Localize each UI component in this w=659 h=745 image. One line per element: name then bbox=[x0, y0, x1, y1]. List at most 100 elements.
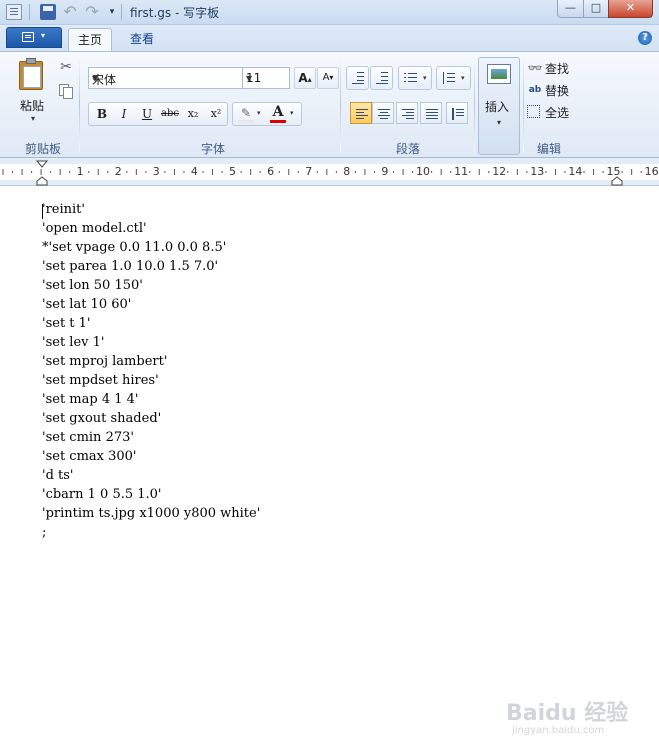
ruler-number: 6 bbox=[267, 165, 275, 178]
subscript-button[interactable]: x₂ bbox=[182, 104, 204, 124]
qat-separator bbox=[29, 4, 30, 20]
highlight-icon[interactable]: ✎ bbox=[237, 106, 255, 120]
ribbon-tab-bar: ▾ 主页 查看 ? bbox=[0, 25, 659, 51]
clipboard-group-label: 剪贴板 bbox=[25, 142, 62, 156]
font-color-swatch bbox=[270, 120, 286, 123]
chevron-down-icon[interactable]: ▾ bbox=[257, 109, 261, 117]
document-line: ; bbox=[42, 525, 47, 540]
strikethrough-button[interactable]: abc bbox=[159, 104, 181, 124]
paste-icon[interactable] bbox=[17, 58, 49, 92]
undo-icon[interactable]: ↶ bbox=[62, 4, 78, 20]
document-line: 'set mproj lambert' bbox=[42, 354, 168, 369]
ruler-number: 15 bbox=[606, 165, 621, 178]
ruler-number: 3 bbox=[152, 165, 160, 178]
paste-button[interactable]: 粘贴 bbox=[20, 97, 44, 114]
grow-font-icon: A bbox=[298, 71, 308, 85]
font-color-icon[interactable]: A bbox=[269, 104, 287, 120]
bullet-list-icon bbox=[404, 72, 417, 84]
watermark-sub: jingyan.baidu.com bbox=[512, 725, 605, 736]
first-line-indent-marker bbox=[35, 160, 49, 168]
italic-button[interactable]: I bbox=[113, 104, 135, 124]
decrease-indent-icon bbox=[352, 72, 364, 84]
document-line: 'd ts' bbox=[42, 468, 74, 483]
chevron-down-icon[interactable]: ▾ bbox=[246, 71, 286, 85]
document-line: 'cbarn 1 0 5.5 1.0' bbox=[42, 487, 162, 502]
chevron-down-icon: ▾ bbox=[41, 31, 46, 40]
maximize-button[interactable]: □ bbox=[583, 0, 609, 18]
font-size-select[interactable]: 11 ▾ bbox=[243, 67, 290, 89]
list-button[interactable]: ▾ bbox=[398, 66, 432, 90]
ribbon-home-panel: 粘贴 ▾ ✂ 剪贴板 宋体 ▾ 11 ▾ A▴ A▾ B I U abc x₂ … bbox=[0, 51, 659, 158]
document-line: 'set map 4 1 4' bbox=[42, 392, 139, 407]
align-left-button[interactable] bbox=[350, 102, 372, 124]
picture-icon bbox=[487, 64, 511, 84]
document-line: 'open model.ctl' bbox=[42, 221, 147, 236]
customize-qat-icon[interactable]: ▾ bbox=[104, 4, 120, 20]
ruler[interactable]: 1 2 3 4 5 6 7 8 9 10 11 12 13 14 15 16 bbox=[0, 158, 659, 186]
ruler-number: 16 bbox=[644, 165, 659, 178]
superscript-button[interactable]: x² bbox=[205, 104, 227, 124]
application-menu-button[interactable]: ▾ bbox=[6, 27, 62, 48]
minimize-button[interactable]: — bbox=[557, 0, 584, 18]
clipboard-paper bbox=[23, 66, 41, 88]
bold-button[interactable]: B bbox=[91, 104, 113, 124]
binoculars-icon: 👓 bbox=[527, 61, 543, 75]
ruler-number: 14 bbox=[568, 165, 583, 178]
ruler-number: 13 bbox=[530, 165, 545, 178]
clipboard-clip bbox=[26, 58, 36, 64]
document-line: 'set gxout shaded' bbox=[42, 411, 162, 426]
line-spacing-button[interactable]: ▾ bbox=[436, 66, 471, 90]
ruler-number: 8 bbox=[343, 165, 351, 178]
shrink-font-button[interactable]: A▾ bbox=[317, 67, 339, 89]
document-line: 'set lev 1' bbox=[42, 335, 105, 350]
redo-icon[interactable]: ↷ bbox=[84, 4, 100, 20]
font-family-select[interactable]: 宋体 ▾ bbox=[88, 67, 243, 89]
select-all-label: 全选 bbox=[545, 106, 570, 120]
format-button-group: B I U abc x₂ x² bbox=[88, 102, 228, 126]
copy-icon[interactable] bbox=[59, 84, 73, 99]
ruler-number: 10 bbox=[416, 165, 430, 178]
cut-icon[interactable]: ✂ bbox=[59, 59, 73, 75]
paragraph-group-label: 段落 bbox=[396, 142, 421, 156]
align-left-icon bbox=[356, 108, 368, 120]
document-line: *'set vpage 0.0 11.0 0.0 8.5' bbox=[42, 240, 227, 255]
save-icon[interactable] bbox=[40, 4, 56, 20]
font-group-label: 字体 bbox=[201, 142, 226, 156]
watermark-main: Baidu 经验 bbox=[506, 701, 629, 726]
paste-dropdown-icon[interactable]: ▾ bbox=[31, 114, 35, 123]
group-divider bbox=[79, 56, 80, 152]
paragraph-settings-button[interactable] bbox=[446, 102, 468, 124]
document-area[interactable]: 'reinit' 'open model.ctl' *'set vpage 0.0 … bbox=[0, 186, 659, 736]
chevron-down-icon[interactable]: ▾ bbox=[92, 71, 239, 85]
grow-font-button[interactable]: A▴ bbox=[294, 67, 316, 89]
tab-view[interactable]: 查看 bbox=[118, 28, 166, 51]
color-button-group: ✎ ▾ A ▾ bbox=[232, 102, 302, 126]
ruler-number: 4 bbox=[190, 165, 198, 178]
ruler-ticks bbox=[2, 160, 642, 186]
close-button[interactable]: ✕ bbox=[608, 0, 653, 18]
wordpad-app-icon[interactable] bbox=[6, 4, 22, 20]
align-center-button[interactable] bbox=[372, 102, 394, 124]
group-divider bbox=[474, 56, 475, 152]
tab-home[interactable]: 主页 bbox=[68, 28, 112, 51]
document-line: 'set t 1' bbox=[42, 316, 91, 331]
align-right-button[interactable] bbox=[396, 102, 418, 124]
chevron-down-icon[interactable]: ▾ bbox=[290, 109, 294, 117]
left-indent-marker bbox=[611, 176, 623, 186]
chevron-down-icon: ▾ bbox=[461, 74, 465, 82]
help-icon[interactable]: ? bbox=[638, 31, 652, 45]
document-line: 'printim ts.jpg x1000 y800 white' bbox=[42, 506, 261, 521]
insert-label: 插入 bbox=[485, 100, 510, 114]
justify-icon bbox=[426, 108, 438, 120]
chevron-down-icon: ▾ bbox=[497, 118, 502, 127]
document-line: 'set lat 10 60' bbox=[42, 297, 132, 312]
decrease-indent-button[interactable] bbox=[346, 66, 369, 90]
increase-indent-button[interactable] bbox=[370, 66, 393, 90]
document-line: 'set cmin 273' bbox=[42, 430, 134, 445]
title-bar: ↶ ↷ ▾ first.gs - 写字板 — □ ✕ bbox=[0, 0, 659, 25]
select-all-icon bbox=[527, 105, 540, 118]
menu-icon bbox=[22, 32, 34, 42]
insert-button[interactable]: 插入 ▾ bbox=[478, 57, 520, 155]
underline-button[interactable]: U bbox=[136, 104, 158, 124]
justify-button[interactable] bbox=[420, 102, 442, 124]
